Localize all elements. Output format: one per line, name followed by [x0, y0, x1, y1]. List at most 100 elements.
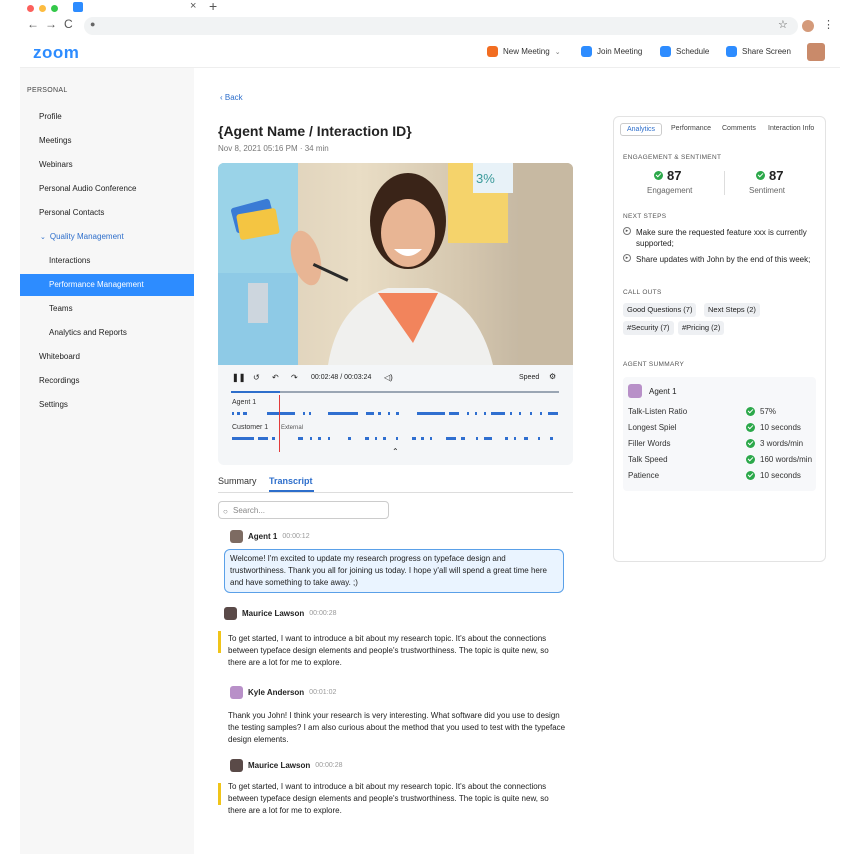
transcript-message[interactable]: To get started, I want to introduce a bi…	[228, 781, 566, 817]
sidebar-item-label: Quality Management	[49, 232, 124, 241]
join-meeting-button[interactable]: Join Meeting	[581, 46, 642, 57]
timestamp[interactable]: 00:00:28	[309, 610, 336, 617]
browser-menu-icon[interactable]: ⋮	[823, 18, 834, 31]
metric-value: 160 words/min	[760, 455, 813, 464]
sidebar-item-teams[interactable]: Teams	[20, 298, 194, 320]
metric-row: Longest Spiel 10 seconds	[628, 423, 818, 432]
transcript-message-highlighted[interactable]: Welcome! I'm excited to update my resear…	[224, 549, 564, 593]
search-placeholder: Search...	[233, 506, 266, 515]
tab-interaction-info[interactable]: Interaction Info	[768, 125, 814, 132]
speech-segment	[383, 437, 386, 440]
callout-chip[interactable]: Next Steps (2)	[704, 303, 760, 317]
next-steps-title: NEXT STEPS	[623, 213, 667, 220]
tab-transcript[interactable]: Transcript	[269, 476, 313, 486]
agent-name: Agent 1	[649, 387, 677, 396]
metric-label: Talk Speed	[628, 455, 668, 464]
main-content: ‹ Back {Agent Name / Interaction ID} Nov…	[194, 68, 840, 854]
join-meeting-label: Join Meeting	[597, 47, 643, 56]
callout-chip[interactable]: #Pricing (2)	[678, 321, 725, 335]
agent-summary-card: Agent 1 Talk-Listen Ratio 57% Longest Sp…	[623, 377, 816, 491]
sidebar-item-performance-management[interactable]: Performance Management	[20, 274, 194, 296]
sidebar-item-quality-management[interactable]: ⌄ Quality Management	[20, 226, 194, 248]
user-avatar[interactable]	[807, 43, 825, 61]
sidebar-item-recordings[interactable]: Recordings	[20, 370, 194, 392]
sidebar-item-profile[interactable]: Profile	[20, 106, 194, 128]
calendar-icon	[660, 46, 671, 57]
tab-performance[interactable]: Performance	[671, 125, 711, 132]
metric-label: Filler Words	[628, 439, 671, 448]
transcript-message-header: Maurice Lawson 00:00:28	[230, 759, 343, 772]
transcript-message[interactable]: Thank you John! I think your research is…	[228, 710, 566, 746]
back-link[interactable]: ‹ Back	[220, 93, 243, 102]
speech-segment	[318, 437, 321, 440]
address-bar[interactable]	[84, 17, 798, 35]
lock-icon: ●	[90, 19, 96, 29]
profile-avatar[interactable]	[802, 20, 814, 32]
sidebar-item-settings[interactable]: Settings	[20, 394, 194, 416]
next-step-item[interactable]: ▸ Make sure the requested feature xxx is…	[623, 227, 818, 249]
forward-arrow-icon[interactable]: →	[45, 17, 57, 31]
chevron-down-icon: ⌄	[40, 234, 46, 241]
speech-segment	[484, 437, 492, 440]
bookmark-star-icon[interactable]: ☆	[778, 18, 788, 31]
playhead[interactable]	[279, 395, 280, 452]
speech-segment	[446, 437, 456, 440]
sidebar-item-personal-audio-conference[interactable]: Personal Audio Conference	[20, 178, 194, 200]
score-divider	[724, 171, 725, 195]
speech-segment	[348, 437, 351, 440]
transcript-message[interactable]: To get started, I want to introduce a bi…	[228, 633, 566, 669]
next-step-item[interactable]: ▸ Share updates with John by the end of …	[623, 254, 818, 265]
zoom-tab-icon[interactable]	[73, 2, 83, 12]
transcript-message-header: Agent 1 00:00:12	[230, 530, 310, 543]
speech-segment	[396, 437, 398, 440]
next-step-text: Share updates with John by the end of th…	[636, 255, 811, 264]
sidebar-item-personal-contacts[interactable]: Personal Contacts	[20, 202, 194, 224]
sidebar-item-whiteboard[interactable]: Whiteboard	[20, 346, 194, 368]
maximize-window-dot[interactable]	[51, 5, 58, 12]
metric-label: Talk-Listen Ratio	[628, 407, 688, 416]
speech-segment	[430, 437, 432, 440]
new-meeting-button[interactable]: New Meeting ⌄	[487, 46, 561, 57]
timestamp[interactable]: 00:00:28	[315, 762, 342, 769]
chevron-up-icon[interactable]: ⌃	[392, 447, 399, 456]
minimize-window-dot[interactable]	[39, 5, 46, 12]
close-window-dot[interactable]	[27, 5, 34, 12]
schedule-button[interactable]: Schedule	[660, 46, 709, 57]
background-screen	[248, 283, 268, 323]
transcript-search-input[interactable]: ○ Search...	[218, 501, 389, 519]
speaker-name: Maurice Lawson	[248, 761, 311, 770]
metric-row: Talk-Listen Ratio 57%	[628, 407, 818, 416]
video-frame[interactable]: 3%	[218, 163, 573, 365]
zoom-logo[interactable]: zoom	[33, 43, 79, 63]
new-tab-icon[interactable]: +	[209, 0, 217, 14]
tab-analytics[interactable]: Analytics	[620, 123, 663, 136]
sidebar-item-meetings[interactable]: Meetings	[20, 130, 194, 152]
check-circle-icon	[746, 423, 755, 432]
next-step-text: Make sure the requested feature xxx is c…	[636, 228, 807, 248]
metric-value: 57%	[760, 407, 777, 416]
speech-segment	[365, 437, 369, 440]
browser-chrome: × + ← → C ● ☆ ⋮	[0, 0, 854, 40]
audio-player: ❚❚ ↺ ↶ ↷ 00:02:48 / 00:03:24 ◁) Speed ⚙ …	[218, 365, 573, 465]
reload-icon[interactable]: C	[64, 17, 73, 31]
speech-segment	[524, 437, 528, 440]
tab-summary[interactable]: Summary	[218, 476, 257, 486]
timestamp[interactable]: 00:00:12	[282, 533, 309, 540]
close-tab-icon[interactable]: ×	[190, 0, 196, 12]
sidebar-item-analytics-and-reports[interactable]: Analytics and Reports	[20, 322, 194, 344]
tab-comments[interactable]: Comments	[722, 125, 756, 132]
sidebar-item-webinars[interactable]: Webinars	[20, 154, 194, 176]
callout-chip[interactable]: Good Questions (7)	[623, 303, 697, 317]
timestamp[interactable]: 00:01:02	[309, 689, 336, 696]
speech-segment	[538, 437, 540, 440]
speech-segment	[328, 437, 330, 440]
back-arrow-icon[interactable]: ←	[27, 17, 39, 31]
avatar	[230, 686, 243, 699]
metric-value: 10 seconds	[760, 423, 801, 432]
callout-chip[interactable]: #Security (7)	[623, 321, 674, 335]
share-screen-button[interactable]: Share Screen	[726, 46, 791, 57]
sidebar-item-interactions[interactable]: Interactions	[20, 250, 194, 272]
agent-summary-title: AGENT SUMMARY	[623, 361, 685, 368]
check-circle-icon	[756, 171, 765, 180]
play-circle-icon: ▸	[623, 254, 631, 262]
